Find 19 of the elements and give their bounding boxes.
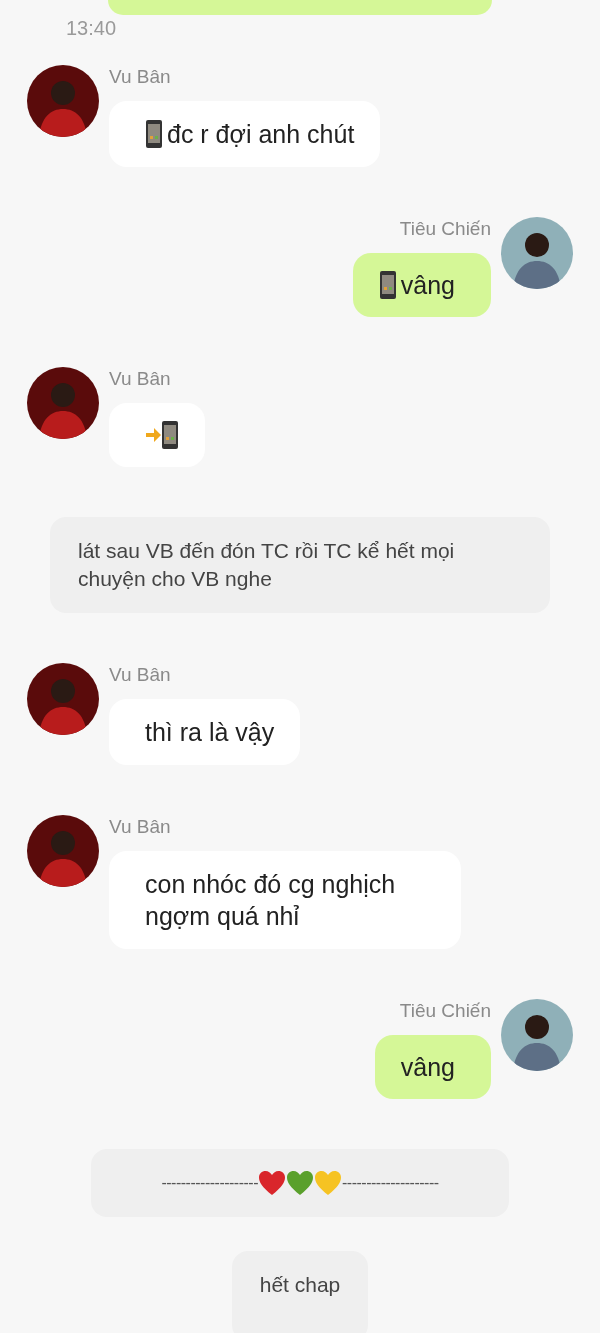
sender-name: Vu Bân xyxy=(109,663,171,688)
narration-text: lát sau VB đến đón TC rồi TC kể hết mọi chuyện cho VB nghe xyxy=(50,517,550,614)
message-text: vâng xyxy=(400,1052,455,1084)
message-text: thì ra là vậy xyxy=(145,717,275,749)
sender-name: Vu Bân xyxy=(109,815,171,840)
status-time: 13:40 xyxy=(66,17,117,39)
sender-name: Vu Bân xyxy=(109,367,171,392)
sender-name: Vu Bân xyxy=(109,65,171,90)
phone-icon xyxy=(378,270,397,301)
phone-arrow-icon xyxy=(145,420,179,451)
dash-line: -------------------- xyxy=(342,1173,439,1194)
sender-name: Tiêu Chiến xyxy=(399,217,491,242)
sender-name: Tiêu Chiến xyxy=(399,999,491,1024)
message-text: con nhóc đó cg nghịch ngợm quá nhỉ xyxy=(145,869,397,933)
message-text: đc r đợi anh chút xyxy=(167,119,355,151)
end-label: hết chap xyxy=(231,1251,369,1333)
dash-line: -------------------- xyxy=(161,1173,258,1194)
phone-icon xyxy=(145,119,163,150)
message-text: vâng xyxy=(400,270,455,302)
